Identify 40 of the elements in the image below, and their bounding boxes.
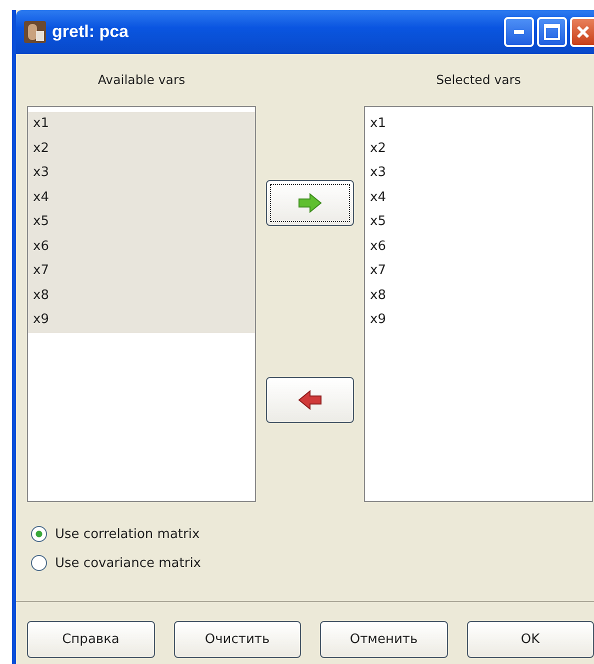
- app-icon: [24, 21, 46, 43]
- variable-item[interactable]: x9: [365, 308, 592, 332]
- variable-item[interactable]: x8: [365, 284, 592, 308]
- variable-item[interactable]: x2: [365, 136, 592, 161]
- list-heading: Available vars: [96, 71, 186, 89]
- radio-label[interactable]: Use covariance matrix: [55, 556, 201, 570]
- variable-item[interactable]: x4: [28, 186, 255, 210]
- right-arrow-icon: [298, 193, 322, 213]
- variable-item[interactable]: x3: [28, 161, 255, 186]
- variable-item[interactable]: x5: [28, 210, 255, 234]
- maximize-button[interactable]: [537, 17, 567, 47]
- variable-item[interactable]: x1: [365, 112, 592, 136]
- variable-item[interactable]: x1: [28, 112, 255, 136]
- dialog-button[interactable]: Справка: [27, 621, 154, 658]
- close-button[interactable]: [570, 17, 594, 47]
- variable-item[interactable]: x5: [365, 210, 592, 234]
- variable-item[interactable]: x2: [28, 136, 255, 161]
- radio-button[interactable]: [31, 526, 47, 542]
- variable-item[interactable]: x8: [28, 284, 255, 308]
- minimize-button[interactable]: [504, 17, 534, 47]
- variable-item[interactable]: x6: [365, 234, 592, 259]
- minimize-icon: [514, 30, 524, 34]
- variable-item[interactable]: x9: [28, 308, 255, 332]
- list-heading: Selected vars: [435, 71, 522, 89]
- maximize-icon: [544, 24, 560, 40]
- left-arrow-icon: [298, 390, 322, 410]
- variable-item[interactable]: x7: [28, 259, 255, 284]
- dialog-button[interactable]: Отменить: [320, 621, 448, 658]
- dialog-button[interactable]: OK: [466, 621, 594, 658]
- variable-item[interactable]: x6: [28, 234, 255, 259]
- variable-item[interactable]: x7: [365, 259, 592, 284]
- variable-item[interactable]: x4: [365, 186, 592, 210]
- add-button[interactable]: [266, 180, 354, 226]
- radio-label[interactable]: Use correlation matrix: [55, 526, 200, 542]
- variable-item[interactable]: x3: [365, 161, 592, 186]
- close-icon: [576, 25, 590, 39]
- radio-button[interactable]: [31, 555, 47, 571]
- dialog-button[interactable]: Очистить: [174, 621, 301, 658]
- remove-button[interactable]: [266, 377, 354, 423]
- window-title: gretl: pca: [52, 22, 130, 42]
